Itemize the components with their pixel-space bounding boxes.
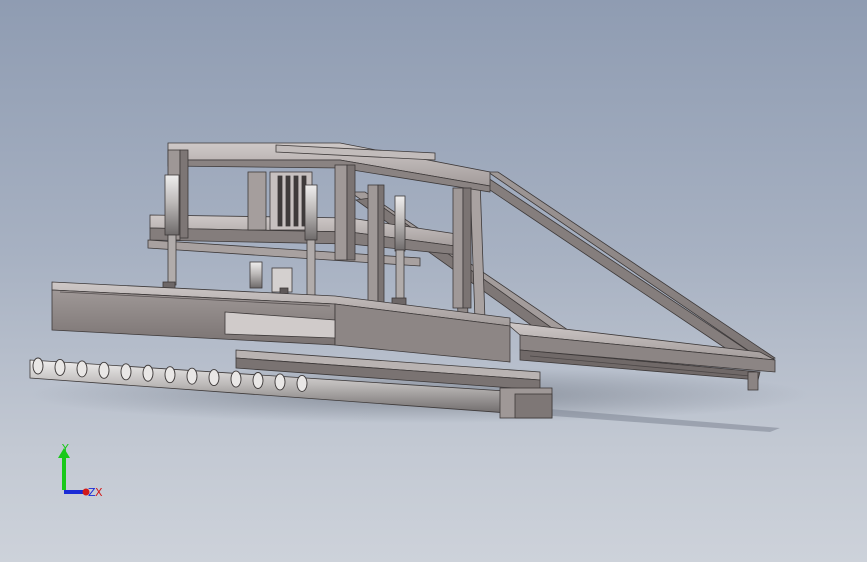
roller-wheel bbox=[98, 361, 110, 379]
roller-wheel bbox=[76, 360, 88, 378]
roller-wheel bbox=[230, 370, 242, 388]
roller-wheel bbox=[252, 372, 264, 389]
roller-wheel bbox=[296, 374, 308, 392]
roller-wheel bbox=[54, 359, 66, 376]
roller-wheel bbox=[32, 357, 44, 375]
roller-wheel bbox=[274, 373, 286, 391]
x-axis-label: X bbox=[95, 486, 103, 499]
roller-wheel bbox=[142, 364, 154, 382]
upper-frame bbox=[147, 142, 491, 309]
graphics-viewport[interactable]: Y Z X bbox=[0, 0, 867, 562]
cad-model-view[interactable] bbox=[0, 0, 867, 562]
roller-wheel bbox=[120, 363, 132, 381]
roller-wheel bbox=[186, 367, 198, 385]
roller-wheel bbox=[164, 366, 176, 384]
y-axis-label: Y bbox=[61, 442, 69, 455]
coordinate-triad[interactable]: Y Z X bbox=[50, 440, 110, 510]
roller-wheel bbox=[208, 369, 220, 387]
